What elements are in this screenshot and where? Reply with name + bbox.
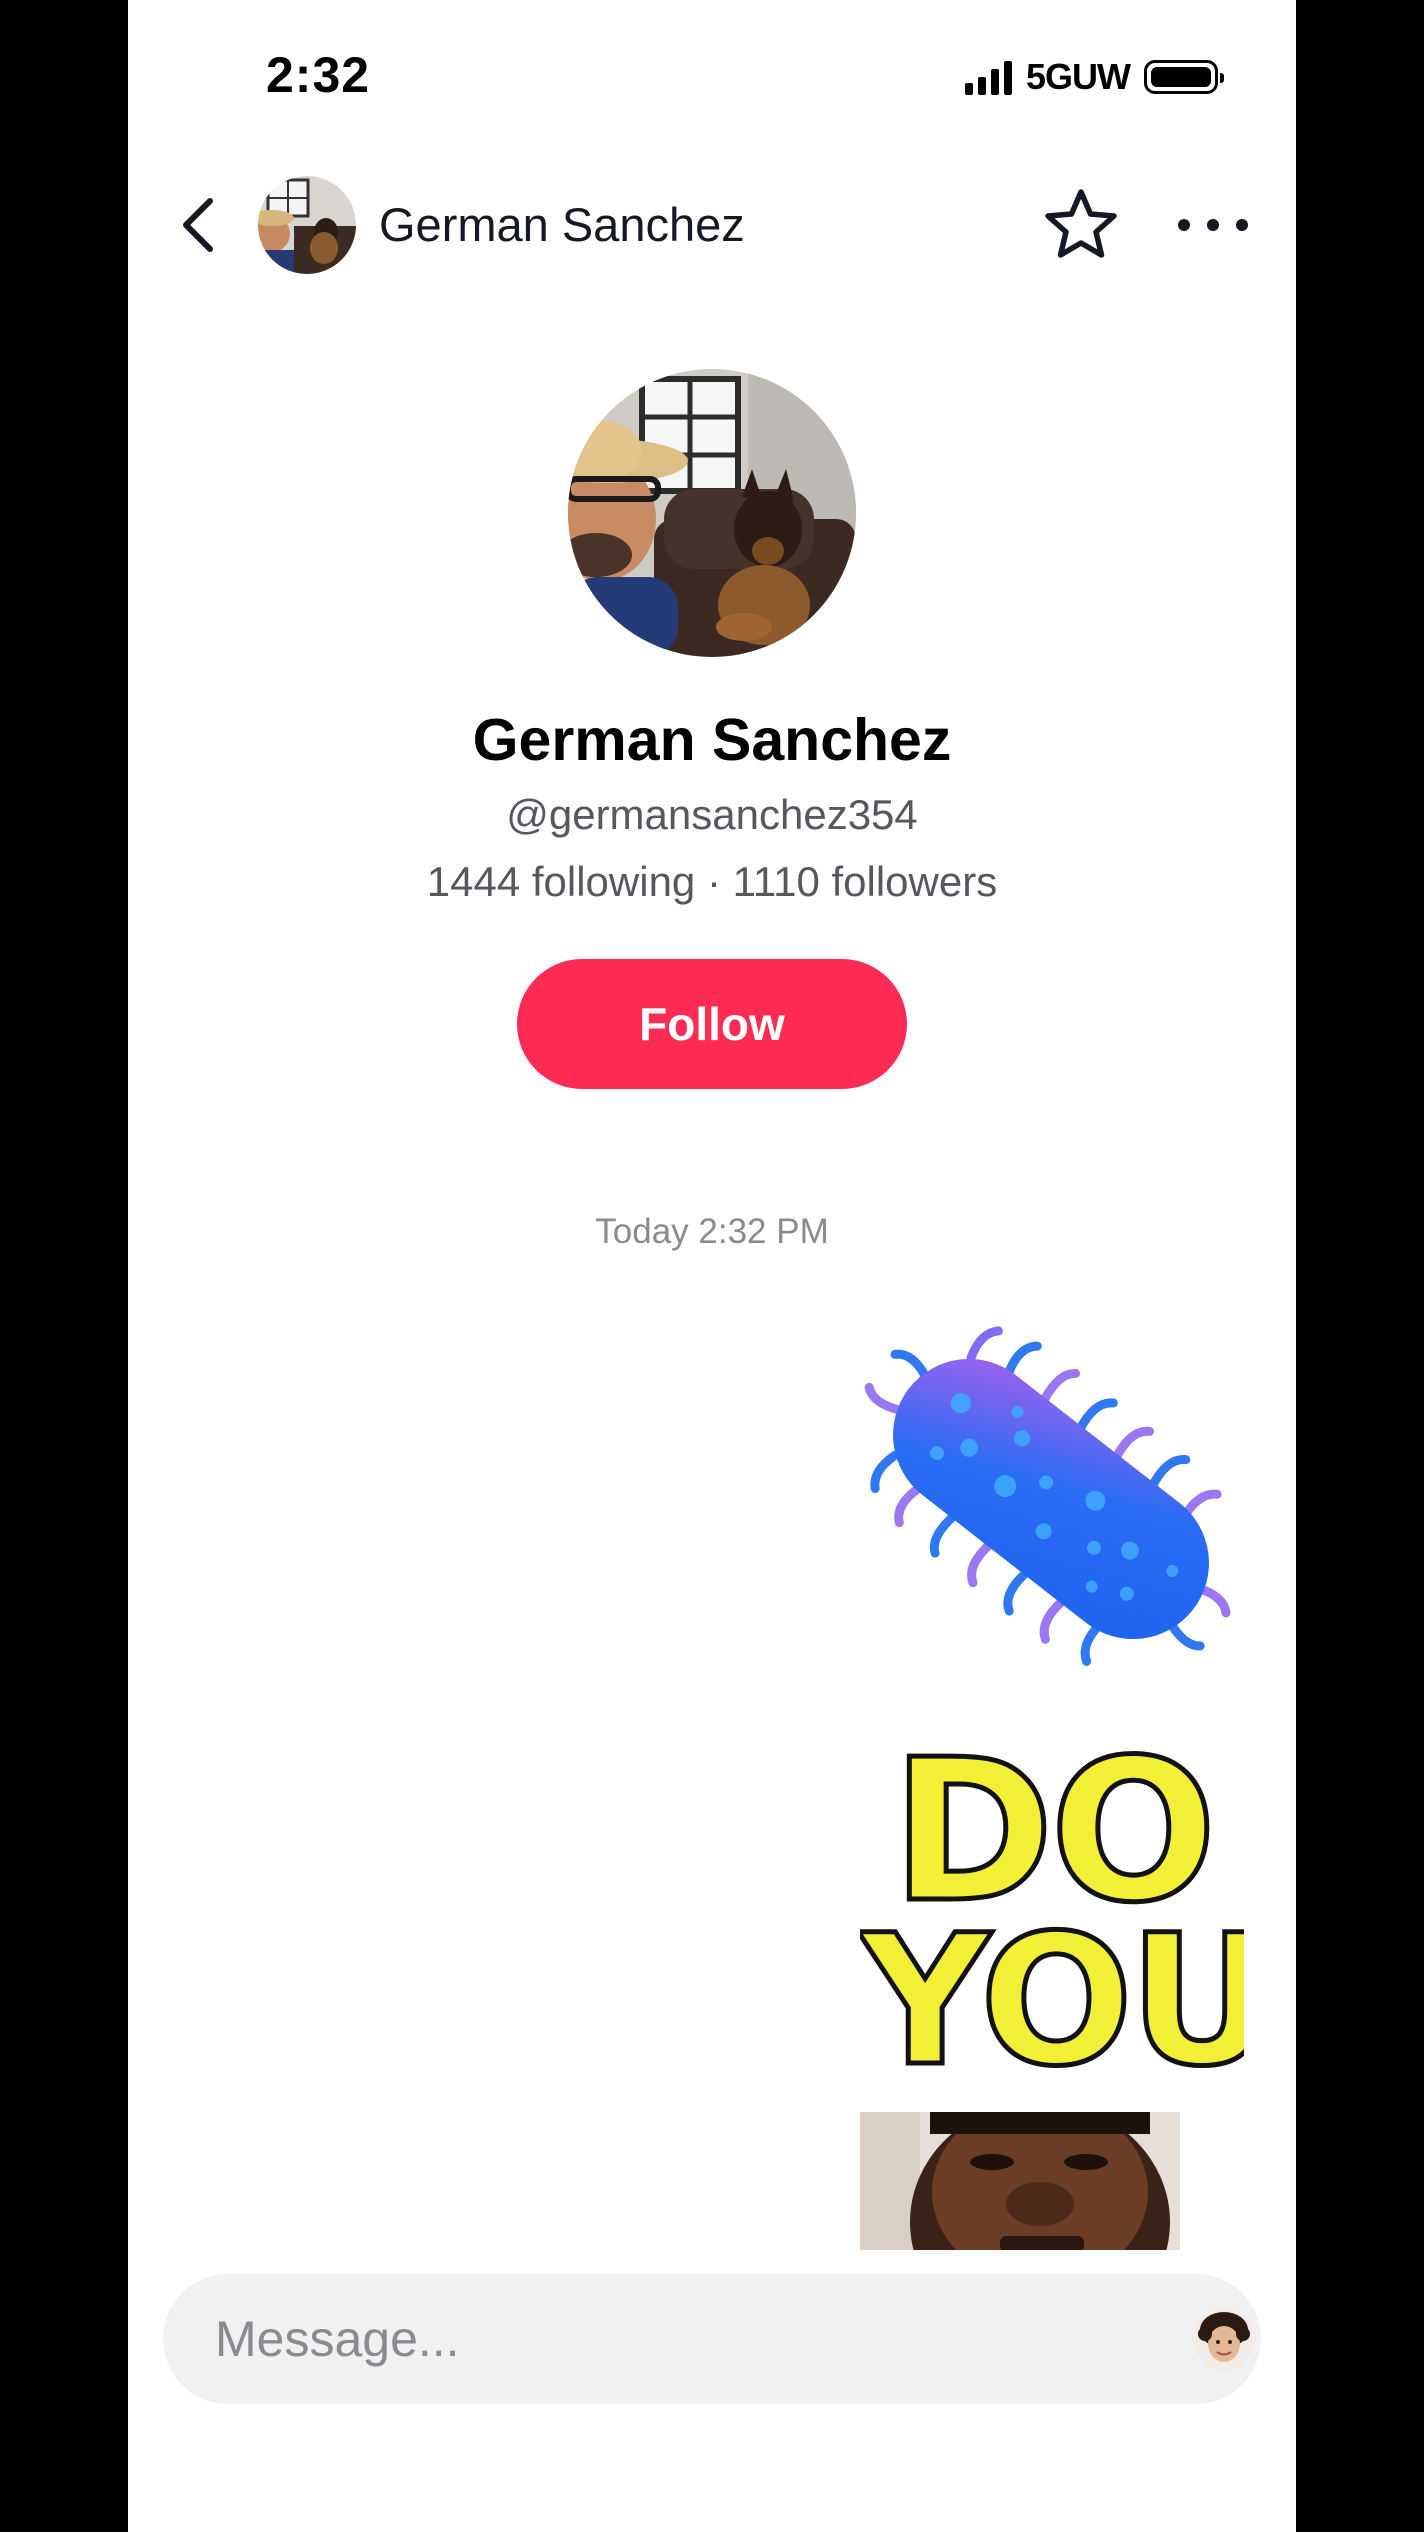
profile-stats[interactable]: 1444 following · 1110 followers (128, 858, 1296, 906)
follow-button[interactable]: Follow (517, 959, 907, 1089)
battery-icon (1144, 60, 1224, 94)
gif-sticker[interactable]: DO YOU (860, 1722, 1244, 2250)
memoji-icon (1193, 2308, 1255, 2370)
avatar-image (258, 176, 356, 274)
back-button[interactable] (168, 190, 228, 260)
network-label: 5GUW (1026, 56, 1131, 97)
header-title[interactable]: German Sanchez (379, 197, 745, 252)
chevron-left-icon (183, 198, 213, 252)
favorite-button[interactable] (1043, 186, 1119, 262)
gif-face-image (860, 2112, 1180, 2250)
header-avatar[interactable] (258, 176, 356, 274)
status-icons: 5GUW (965, 56, 1224, 98)
more-horizontal-icon (1178, 219, 1190, 231)
status-time: 2:32 (266, 47, 371, 103)
profile-handle: @germansanchez354 (506, 791, 918, 838)
message-composer (163, 2274, 1261, 2404)
sticker-button[interactable] (1193, 2308, 1255, 2370)
gif-text-line-2: YOU (860, 1897, 1244, 2106)
profile-name: German Sanchez (472, 707, 952, 773)
profile-avatar[interactable] (568, 369, 856, 657)
message-input[interactable] (215, 2274, 1115, 2404)
microbe-icon (864, 1326, 1231, 1666)
message-timestamp: Today 2:32 PM (595, 1212, 829, 1251)
microbe-sticker[interactable] (846, 1298, 1256, 1700)
star-outline-icon (1045, 189, 1117, 258)
avatar-image (568, 369, 856, 657)
signal-icon (965, 59, 1012, 95)
chat-screen: 2:32 5GUW German Sanchez German Sanchez … (128, 0, 1296, 2532)
more-options-button[interactable] (1178, 200, 1248, 250)
